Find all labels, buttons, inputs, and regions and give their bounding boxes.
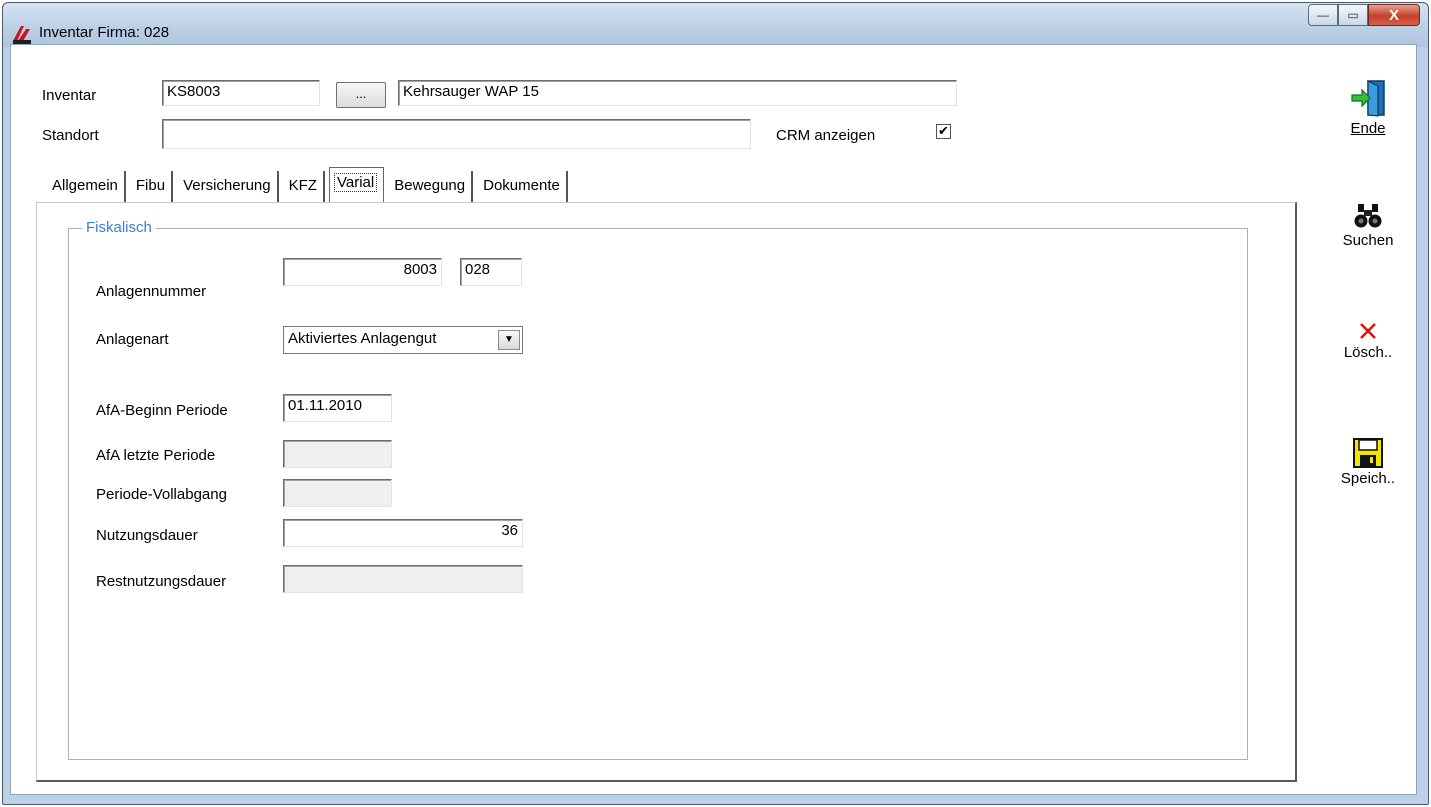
tab-versicherung[interactable]: Versicherung — [177, 171, 279, 205]
fiskalisch-group — [68, 228, 1248, 760]
tab-kfz[interactable]: KFZ — [283, 171, 325, 205]
minimize-button[interactable]: — — [1308, 4, 1338, 26]
ende-button[interactable]: Ende — [1333, 78, 1403, 137]
suchen-button[interactable]: Suchen — [1333, 202, 1403, 249]
close-icon: X — [1388, 6, 1399, 24]
crm-checkbox[interactable]: ✔ — [936, 124, 951, 139]
title-bar[interactable]: Inventar Firma: 028 — ▭ X — [3, 3, 1428, 47]
fiskalisch-group-title: Fiskalisch — [82, 219, 156, 236]
anlagenart-value: Aktiviertes Anlagengut — [288, 330, 437, 347]
anlagennummer-field[interactable]: 8003 — [283, 258, 442, 286]
nutzungsdauer-label: Nutzungsdauer — [96, 527, 198, 544]
tab-dokumente[interactable]: Dokumente — [477, 171, 568, 205]
window-controls: — ▭ X — [1308, 4, 1420, 30]
window-title: Inventar Firma: 028 — [39, 24, 170, 41]
speichern-button[interactable]: Speich.. — [1333, 438, 1403, 487]
loeschen-label: Lösch.. — [1343, 344, 1393, 361]
tab-fibu[interactable]: Fibu — [130, 171, 174, 205]
inventar-lookup-button[interactable]: ... — [336, 82, 386, 108]
anlagenart-label: Anlagenart — [96, 331, 169, 348]
loeschen-button[interactable]: Lösch.. — [1333, 320, 1403, 361]
afa-beginn-label: AfA-Beginn Periode — [96, 402, 228, 419]
speichern-label: Speich.. — [1340, 470, 1396, 487]
tab-varial[interactable]: Varial — [328, 167, 385, 205]
minimize-icon: — — [1317, 8, 1329, 22]
afa-beginn-field[interactable]: 01.11.2010 — [283, 394, 392, 422]
afa-letzte-field — [283, 440, 392, 468]
standort-label: Standort — [42, 127, 99, 144]
binoculars-icon — [1354, 204, 1382, 228]
vollabgang-label: Periode-Vollabgang — [96, 486, 227, 503]
tab-varial-label: Varial — [333, 173, 378, 192]
close-button[interactable]: X — [1368, 4, 1420, 26]
anlagennummer-label: Anlagennummer — [96, 283, 207, 300]
nutzungsdauer-field[interactable]: 36 — [283, 519, 523, 547]
inventar-code-field[interactable]: KS8003 — [162, 80, 320, 106]
vollabgang-field — [283, 479, 392, 507]
tab-allgemein[interactable]: Allgemein — [46, 171, 126, 205]
delete-x-icon — [1360, 323, 1376, 339]
ende-label: Ende — [1350, 120, 1386, 137]
inventar-label: Inventar — [42, 87, 97, 104]
app-logo-icon — [13, 26, 31, 45]
afa-letzte-label: AfA letzte Periode — [96, 447, 216, 464]
restnutzung-field — [283, 565, 523, 593]
maximize-icon: ▭ — [1347, 8, 1359, 22]
anlagennummer-firma-field[interactable]: 028 — [460, 258, 522, 286]
floppy-disk-save-icon — [1353, 438, 1383, 468]
exit-door-icon — [1351, 80, 1385, 117]
inventar-name-field[interactable]: Kehrsauger WAP 15 — [398, 80, 957, 106]
dropdown-arrow-icon[interactable]: ▼ — [498, 330, 520, 350]
tab-bar: Allgemein Fibu Versicherung KFZ Varial B… — [46, 167, 572, 205]
crm-label: CRM anzeigen — [776, 127, 876, 144]
maximize-button[interactable]: ▭ — [1338, 4, 1368, 26]
tab-bewegung[interactable]: Bewegung — [388, 171, 474, 205]
anlagenart-select[interactable]: Aktiviertes Anlagengut ▼ — [283, 326, 523, 354]
suchen-label: Suchen — [1342, 232, 1394, 249]
standort-field[interactable] — [162, 119, 751, 149]
restnutzung-label: Restnutzungsdauer — [96, 573, 227, 590]
